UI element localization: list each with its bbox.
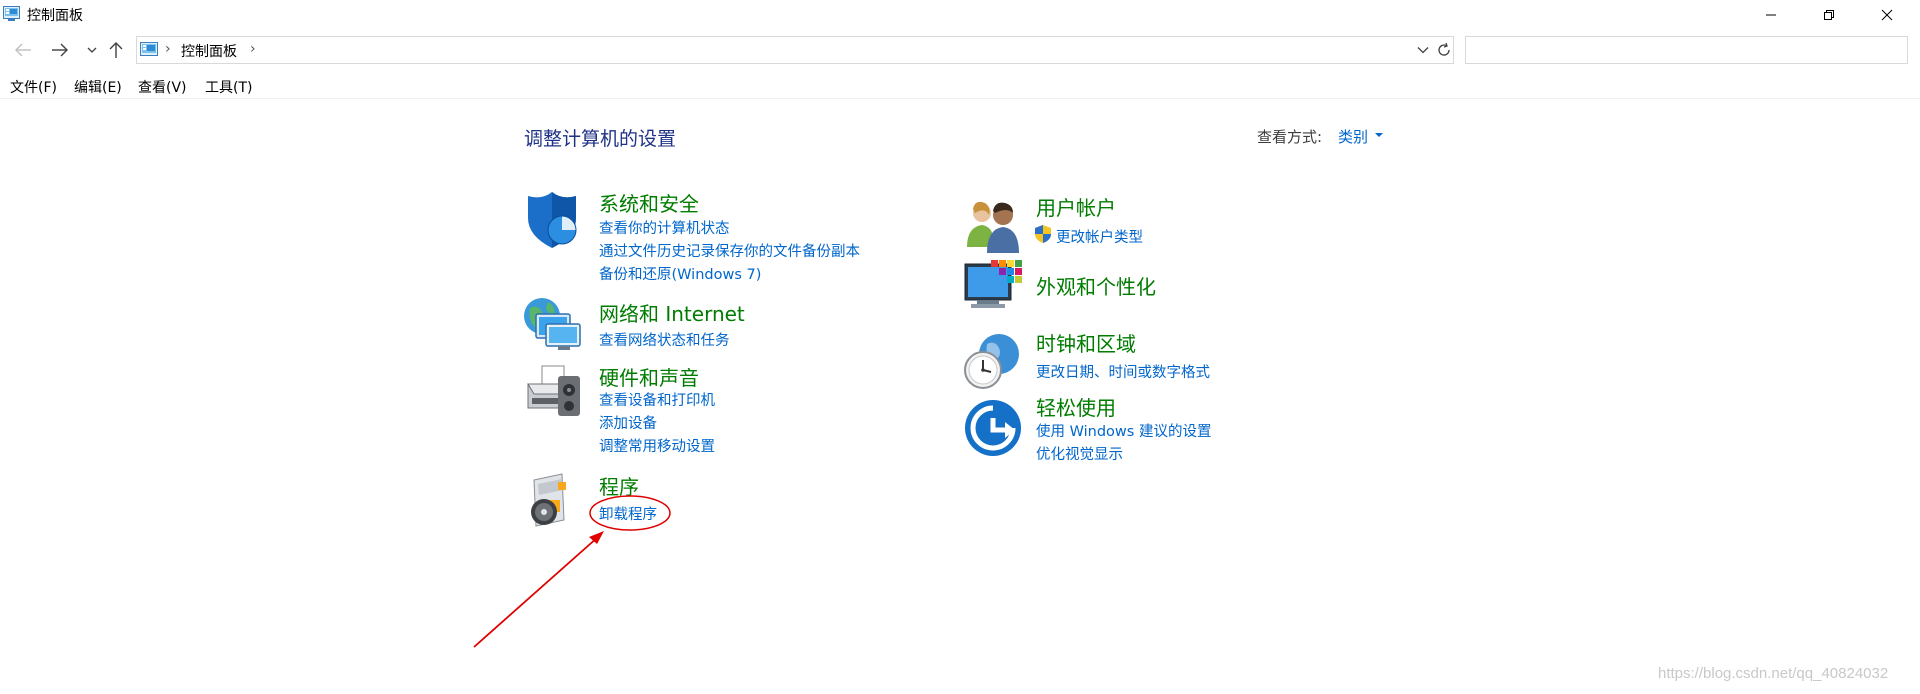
category-appearance-personalization[interactable]: 外观和个性化: [1036, 271, 1156, 300]
menu-edit[interactable]: 编辑(E): [72, 76, 124, 98]
breadcrumb-item[interactable]: 控制面板: [181, 41, 237, 61]
category-ease-of-access[interactable]: 轻松使用: [1036, 392, 1116, 421]
view-by-dropdown[interactable]: 类别: [1338, 126, 1368, 147]
network-icon[interactable]: [522, 294, 582, 354]
breadcrumb-separator-icon[interactable]: ›: [165, 41, 171, 57]
category-network-internet[interactable]: 网络和 Internet: [599, 298, 745, 327]
up-button[interactable]: [105, 39, 127, 61]
close-icon: [1881, 9, 1893, 21]
search-input[interactable]: [1465, 36, 1908, 64]
breadcrumb-separator-icon[interactable]: ›: [250, 41, 256, 57]
link-windows-recommended-settings[interactable]: 使用 Windows 建议的设置: [1036, 420, 1211, 441]
page-title: 调整计算机的设置: [524, 128, 677, 150]
navigation-bar: › 控制面板 ›: [0, 31, 1920, 69]
address-dropdown-button[interactable]: [1413, 37, 1433, 63]
shield-icon[interactable]: [522, 190, 582, 250]
arrow-left-icon: [15, 43, 31, 57]
link-file-history[interactable]: 通过文件历史记录保存你的文件备份副本: [599, 240, 860, 261]
link-network-status[interactable]: 查看网络状态和任务: [599, 329, 730, 350]
refresh-button[interactable]: [1432, 36, 1456, 64]
address-bar[interactable]: › 控制面板 ›: [136, 36, 1454, 64]
watermark: https://blog.csdn.net/qq_40824032: [1658, 665, 1889, 682]
arrow-right-icon: [52, 43, 68, 57]
category-system-security[interactable]: 系统和安全: [599, 188, 699, 217]
annotation-overlay: [473, 495, 671, 648]
link-add-device[interactable]: 添加设备: [599, 412, 657, 433]
view-by-label: 查看方式:: [1257, 128, 1323, 146]
category-user-accounts[interactable]: 用户帐户: [1036, 192, 1116, 221]
chevron-down-icon: [1417, 47, 1429, 54]
link-uninstall-program[interactable]: 卸载程序: [599, 503, 657, 524]
link-mobility-settings[interactable]: 调整常用移动设置: [599, 435, 715, 456]
category-hardware-sound[interactable]: 硬件和声音: [599, 362, 699, 391]
category-clock-region[interactable]: 时钟和区域: [1036, 328, 1136, 357]
minimize-icon: [1766, 14, 1776, 16]
chevron-down-icon[interactable]: [1375, 133, 1383, 137]
refresh-icon: [1438, 42, 1450, 56]
category-programs[interactable]: 程序: [599, 471, 639, 500]
programs-icon[interactable]: [522, 470, 582, 530]
menu-bar: 文件(F) 编辑(E) 查看(V) 工具(T): [0, 73, 1920, 99]
back-button[interactable]: [10, 39, 36, 61]
restore-button[interactable]: [1800, 0, 1858, 30]
clock-icon[interactable]: [963, 330, 1023, 390]
link-date-time-format[interactable]: 更改日期、时间或数字格式: [1036, 361, 1210, 382]
title-bar: 控制面板: [0, 0, 1920, 30]
window-title: 控制面板: [27, 8, 83, 24]
link-change-account-type[interactable]: 更改帐户类型: [1056, 226, 1143, 247]
printer-icon[interactable]: [522, 362, 582, 422]
minimize-button[interactable]: [1742, 0, 1800, 30]
link-view-computer-status[interactable]: 查看你的计算机状态: [599, 217, 730, 238]
ease-of-access-icon[interactable]: [963, 398, 1023, 458]
menu-tools[interactable]: 工具(T): [203, 76, 254, 98]
pointer-arrow: [473, 536, 599, 648]
arrow-up-icon: [109, 42, 123, 58]
close-button[interactable]: [1858, 0, 1916, 30]
link-optimize-visual-display[interactable]: 优化视觉显示: [1036, 443, 1123, 464]
chevron-down-icon: [87, 47, 97, 53]
restore-icon: [1824, 10, 1834, 20]
forward-button[interactable]: [47, 39, 73, 61]
control-panel-icon: [140, 42, 158, 56]
control-panel-icon: [3, 6, 20, 21]
menu-view[interactable]: 查看(V): [136, 76, 189, 98]
pointer-arrowhead: [589, 531, 604, 544]
recent-locations-button[interactable]: [84, 39, 100, 61]
menu-file[interactable]: 文件(F): [8, 76, 59, 98]
link-backup-restore[interactable]: 备份和还原(Windows 7): [599, 263, 761, 284]
users-icon[interactable]: [963, 195, 1023, 255]
personalization-icon[interactable]: [963, 258, 1023, 318]
link-devices-printers[interactable]: 查看设备和打印机: [599, 389, 715, 410]
uac-shield-icon: [1035, 225, 1051, 243]
